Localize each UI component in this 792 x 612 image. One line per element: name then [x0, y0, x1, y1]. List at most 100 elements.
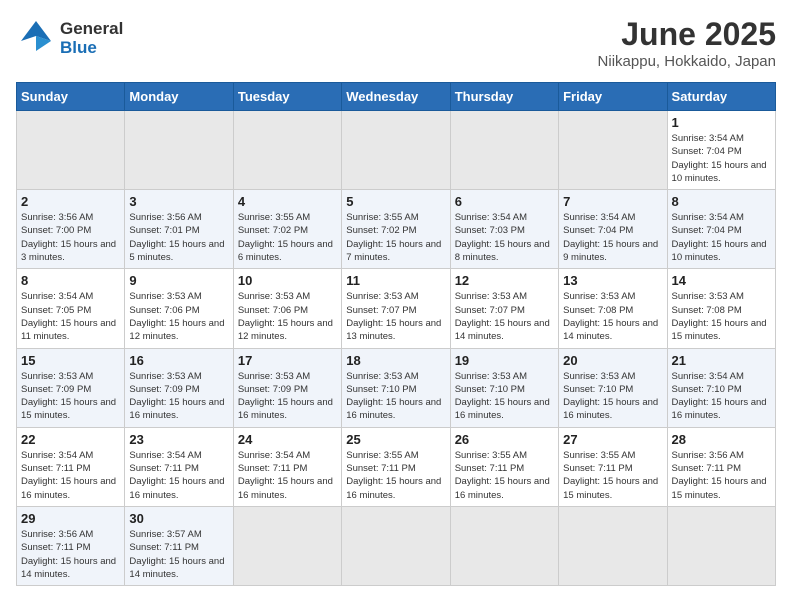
logo-bird-icon	[16, 16, 56, 61]
calendar-cell	[233, 506, 341, 585]
day-info: Sunrise: 3:53 AMSunset: 7:07 PMDaylight:…	[346, 290, 445, 343]
weekday-header-saturday: Saturday	[667, 83, 775, 111]
day-number: 1	[672, 115, 771, 130]
calendar-row-0: 1 Sunrise: 3:54 AMSunset: 7:04 PMDaylight…	[17, 111, 776, 190]
day-info: Sunrise: 3:54 AMSunset: 7:04 PMDaylight:…	[672, 211, 771, 264]
day-number: 22	[21, 432, 120, 447]
day-number: 19	[455, 353, 554, 368]
calendar-row-4: 22 Sunrise: 3:54 AMSunset: 7:11 PMDayligh…	[17, 427, 776, 506]
day-number: 3	[129, 194, 228, 209]
day-info: Sunrise: 3:56 AMSunset: 7:00 PMDaylight:…	[21, 211, 120, 264]
day-number: 4	[238, 194, 337, 209]
day-info: Sunrise: 3:53 AMSunset: 7:06 PMDaylight:…	[238, 290, 337, 343]
day-number: 26	[455, 432, 554, 447]
day-number: 21	[672, 353, 771, 368]
calendar-cell: 19 Sunrise: 3:53 AMSunset: 7:10 PMDayligh…	[450, 348, 558, 427]
calendar-cell: 10 Sunrise: 3:53 AMSunset: 7:06 PMDayligh…	[233, 269, 341, 348]
day-number: 20	[563, 353, 662, 368]
day-info: Sunrise: 3:53 AMSunset: 7:10 PMDaylight:…	[346, 370, 445, 423]
calendar-row-3: 15 Sunrise: 3:53 AMSunset: 7:09 PMDayligh…	[17, 348, 776, 427]
day-info: Sunrise: 3:53 AMSunset: 7:06 PMDaylight:…	[129, 290, 228, 343]
calendar-cell	[17, 111, 125, 190]
day-number: 15	[21, 353, 120, 368]
calendar-title: June 2025	[598, 16, 776, 53]
day-number: 5	[346, 194, 445, 209]
day-number: 10	[238, 273, 337, 288]
calendar-cell: 15 Sunrise: 3:53 AMSunset: 7:09 PMDayligh…	[17, 348, 125, 427]
day-info: Sunrise: 3:54 AMSunset: 7:03 PMDaylight:…	[455, 211, 554, 264]
day-info: Sunrise: 3:54 AMSunset: 7:10 PMDaylight:…	[672, 370, 771, 423]
day-info: Sunrise: 3:53 AMSunset: 7:07 PMDaylight:…	[455, 290, 554, 343]
day-number: 27	[563, 432, 662, 447]
day-number: 24	[238, 432, 337, 447]
calendar-row-2: 8 Sunrise: 3:54 AMSunset: 7:05 PMDaylight…	[17, 269, 776, 348]
calendar-cell: 24 Sunrise: 3:54 AMSunset: 7:11 PMDayligh…	[233, 427, 341, 506]
calendar-cell: 29Sunrise: 3:56 AMSunset: 7:11 PMDayligh…	[17, 506, 125, 585]
calendar-cell: 14 Sunrise: 3:53 AMSunset: 7:08 PMDayligh…	[667, 269, 775, 348]
calendar-cell	[342, 111, 450, 190]
day-number: 9	[129, 273, 228, 288]
calendar-cell	[450, 111, 558, 190]
day-info: Sunrise: 3:53 AMSunset: 7:08 PMDaylight:…	[672, 290, 771, 343]
calendar-cell: 13 Sunrise: 3:53 AMSunset: 7:08 PMDayligh…	[559, 269, 667, 348]
day-info: Sunrise: 3:55 AMSunset: 7:11 PMDaylight:…	[346, 449, 445, 502]
day-number: 23	[129, 432, 228, 447]
calendar-cell: 6Sunrise: 3:54 AMSunset: 7:03 PMDaylight…	[450, 190, 558, 269]
day-info: Sunrise: 3:53 AMSunset: 7:10 PMDaylight:…	[455, 370, 554, 423]
weekday-header-sunday: Sunday	[17, 83, 125, 111]
day-info: Sunrise: 3:56 AMSunset: 7:11 PMDaylight:…	[672, 449, 771, 502]
calendar-cell: 11Sunrise: 3:53 AMSunset: 7:07 PMDayligh…	[342, 269, 450, 348]
logo: General Blue	[16, 16, 123, 61]
calendar-cell: 18Sunrise: 3:53 AMSunset: 7:10 PMDayligh…	[342, 348, 450, 427]
calendar-row-1: 2 Sunrise: 3:56 AMSunset: 7:00 PMDaylight…	[17, 190, 776, 269]
calendar-cell: 7Sunrise: 3:54 AMSunset: 7:04 PMDaylight…	[559, 190, 667, 269]
calendar-cell: 26Sunrise: 3:55 AMSunset: 7:11 PMDayligh…	[450, 427, 558, 506]
calendar-cell	[450, 506, 558, 585]
weekday-header-thursday: Thursday	[450, 83, 558, 111]
calendar-row-5: 29Sunrise: 3:56 AMSunset: 7:11 PMDayligh…	[17, 506, 776, 585]
day-info: Sunrise: 3:56 AMSunset: 7:01 PMDaylight:…	[129, 211, 228, 264]
calendar-cell: 20Sunrise: 3:53 AMSunset: 7:10 PMDayligh…	[559, 348, 667, 427]
calendar-cell: 8 Sunrise: 3:54 AMSunset: 7:05 PMDaylight…	[17, 269, 125, 348]
logo-blue: Blue	[60, 38, 97, 57]
day-number: 8	[21, 273, 120, 288]
calendar-cell: 16Sunrise: 3:53 AMSunset: 7:09 PMDayligh…	[125, 348, 233, 427]
day-number: 2	[21, 194, 120, 209]
calendar-cell: 2 Sunrise: 3:56 AMSunset: 7:00 PMDaylight…	[17, 190, 125, 269]
weekday-header-wednesday: Wednesday	[342, 83, 450, 111]
calendar-cell: 27Sunrise: 3:55 AMSunset: 7:11 PMDayligh…	[559, 427, 667, 506]
calendar-subtitle: Niikappu, Hokkaido, Japan	[598, 53, 776, 70]
weekday-header-monday: Monday	[125, 83, 233, 111]
calendar-cell: 3 Sunrise: 3:56 AMSunset: 7:01 PMDaylight…	[125, 190, 233, 269]
day-info: Sunrise: 3:57 AMSunset: 7:11 PMDaylight:…	[129, 528, 228, 581]
logo-text: General Blue	[60, 20, 123, 57]
day-info: Sunrise: 3:54 AMSunset: 7:04 PMDaylight:…	[672, 132, 771, 185]
day-number: 14	[672, 273, 771, 288]
day-number: 17	[238, 353, 337, 368]
day-info: Sunrise: 3:54 AMSunset: 7:11 PMDaylight:…	[238, 449, 337, 502]
header: General Blue June 2025 Niikappu, Hokkaid…	[16, 16, 776, 70]
day-info: Sunrise: 3:53 AMSunset: 7:08 PMDaylight:…	[563, 290, 662, 343]
day-info: Sunrise: 3:53 AMSunset: 7:09 PMDaylight:…	[238, 370, 337, 423]
day-number: 25	[346, 432, 445, 447]
calendar-cell: 17 Sunrise: 3:53 AMSunset: 7:09 PMDayligh…	[233, 348, 341, 427]
calendar-cell: 23Sunrise: 3:54 AMSunset: 7:11 PMDayligh…	[125, 427, 233, 506]
day-info: Sunrise: 3:53 AMSunset: 7:09 PMDaylight:…	[21, 370, 120, 423]
calendar-cell	[233, 111, 341, 190]
calendar-table: SundayMondayTuesdayWednesdayThursdayFrid…	[16, 82, 776, 586]
day-info: Sunrise: 3:54 AMSunset: 7:11 PMDaylight:…	[21, 449, 120, 502]
day-number: 13	[563, 273, 662, 288]
calendar-cell: 12Sunrise: 3:53 AMSunset: 7:07 PMDayligh…	[450, 269, 558, 348]
day-number: 29	[21, 511, 120, 526]
calendar-cell	[342, 506, 450, 585]
weekday-header-friday: Friday	[559, 83, 667, 111]
calendar-cell: 5Sunrise: 3:55 AMSunset: 7:02 PMDaylight…	[342, 190, 450, 269]
calendar-cell	[559, 506, 667, 585]
calendar-cell: 4Sunrise: 3:55 AMSunset: 7:02 PMDaylight…	[233, 190, 341, 269]
calendar-cell	[125, 111, 233, 190]
weekday-header-tuesday: Tuesday	[233, 83, 341, 111]
calendar-cell: 25 Sunrise: 3:55 AMSunset: 7:11 PMDayligh…	[342, 427, 450, 506]
day-number: 30	[129, 511, 228, 526]
day-info: Sunrise: 3:54 AMSunset: 7:04 PMDaylight:…	[563, 211, 662, 264]
day-info: Sunrise: 3:54 AMSunset: 7:05 PMDaylight:…	[21, 290, 120, 343]
